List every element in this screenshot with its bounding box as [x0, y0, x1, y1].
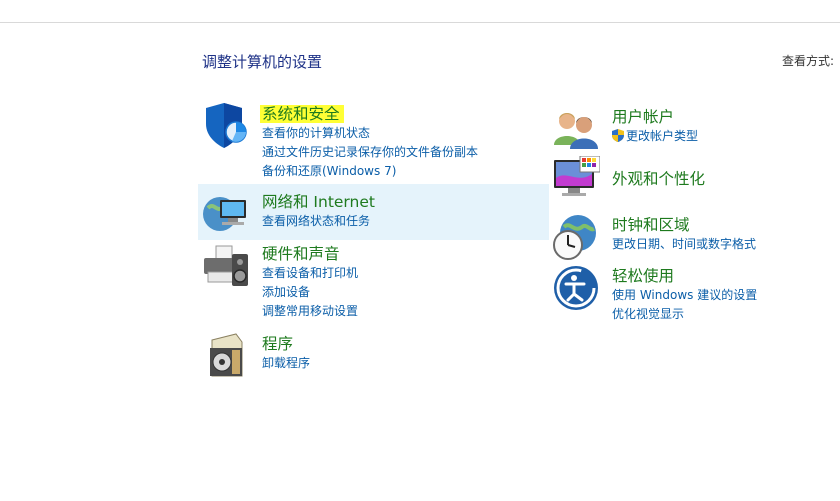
link-devices-printers[interactable]: 查看设备和打印机: [262, 264, 358, 283]
top-bar: [0, 0, 840, 23]
category-title-ease-of-access[interactable]: 轻松使用: [612, 264, 674, 286]
category-links: 更改日期、时间或数字格式: [612, 235, 756, 254]
category-title-user-accounts[interactable]: 用户帐户: [612, 105, 674, 127]
network-globe-icon: [203, 197, 246, 231]
link-change-date-time-format[interactable]: 更改日期、时间或数字格式: [612, 235, 756, 254]
clock-globe-icon: [553, 215, 596, 260]
link-mobility-settings[interactable]: 调整常用移动设置: [262, 302, 358, 321]
category-links: 查看网络状态和任务: [262, 212, 370, 231]
users-icon: [554, 113, 598, 149]
category-links: 卸载程序: [262, 354, 310, 373]
category-title-appearance[interactable]: 外观和个性化: [612, 167, 705, 189]
page-title: 调整计算机的设置: [202, 53, 323, 71]
category-links: 使用 Windows 建议的设置 优化视觉显示: [612, 286, 757, 324]
link-network-status[interactable]: 查看网络状态和任务: [262, 212, 370, 231]
monitor-palette-icon: [554, 156, 600, 196]
category-title-hardware-sound[interactable]: 硬件和声音: [262, 242, 340, 264]
link-windows-recommended-settings[interactable]: 使用 Windows 建议的设置: [612, 286, 757, 305]
category-title-network-internet[interactable]: 网络和 Internet: [262, 190, 375, 212]
category-links: 查看你的计算机状态 通过文件历史记录保存你的文件备份副本 备份和还原(Windo…: [262, 124, 478, 181]
link-view-computer-status[interactable]: 查看你的计算机状态: [262, 124, 478, 143]
category-links: 查看设备和打印机 添加设备 调整常用移动设置: [262, 264, 358, 321]
link-file-history[interactable]: 通过文件历史记录保存你的文件备份副本: [262, 143, 478, 162]
link-optimize-visual-display[interactable]: 优化视觉显示: [612, 305, 757, 324]
printer-speaker-icon: [204, 245, 248, 286]
uac-shield-icon: [612, 129, 624, 142]
category-links: 更改帐户类型: [612, 127, 698, 146]
link-change-account-type[interactable]: 更改帐户类型: [612, 127, 698, 146]
link-backup-restore[interactable]: 备份和还原(Windows 7): [262, 162, 478, 181]
programs-disc-icon: [210, 333, 243, 377]
category-title-system-security[interactable]: 系统和安全: [260, 102, 344, 124]
ease-of-access-icon: [554, 266, 598, 310]
view-by-label[interactable]: 查看方式:: [782, 52, 834, 69]
link-uninstall-program[interactable]: 卸载程序: [262, 354, 310, 373]
link-add-device[interactable]: 添加设备: [262, 283, 358, 302]
category-title-clock-region[interactable]: 时钟和区域: [612, 213, 690, 235]
security-shield-icon: [206, 103, 247, 148]
category-title-programs[interactable]: 程序: [262, 332, 293, 354]
